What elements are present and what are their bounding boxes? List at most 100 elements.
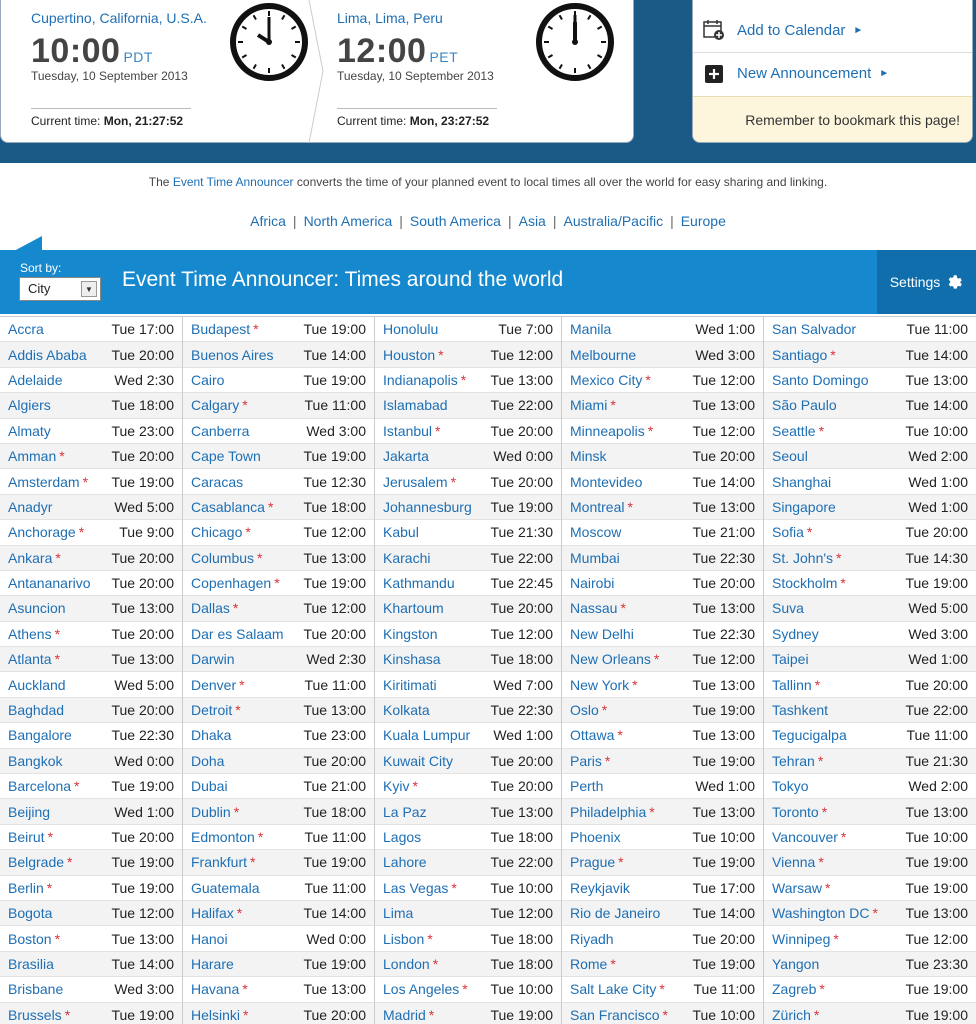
city-link[interactable]: New York <box>570 677 629 693</box>
city-link[interactable]: Jakarta <box>383 448 429 464</box>
city-link[interactable]: Halifax <box>191 905 234 921</box>
city-link[interactable]: Singapore <box>772 499 836 515</box>
city-link[interactable]: Prague <box>570 854 615 870</box>
city-link[interactable]: Amsterdam <box>8 474 80 490</box>
add-to-calendar-link[interactable]: Add to Calendar ► <box>693 9 972 51</box>
city-link[interactable]: Addis Ababa <box>8 347 87 363</box>
city-link[interactable]: Bangalore <box>8 727 72 743</box>
city-link[interactable]: Auckland <box>8 677 66 693</box>
city-link[interactable]: Caracas <box>191 474 243 490</box>
city-link[interactable]: Amman <box>8 448 56 464</box>
city-link[interactable]: Salt Lake City <box>570 981 656 997</box>
city-link[interactable]: Moscow <box>570 524 621 540</box>
intro-link[interactable]: Event Time Announcer <box>173 175 294 189</box>
city-link[interactable]: Brisbane <box>8 981 63 997</box>
city-link[interactable]: Taipei <box>772 651 809 667</box>
city-link[interactable]: Detroit <box>191 702 232 718</box>
city-link[interactable]: Doha <box>191 753 224 769</box>
city-link[interactable]: Islamabad <box>383 397 448 413</box>
city-link[interactable]: Johannesburg <box>383 499 472 515</box>
city-link[interactable]: Chicago <box>191 524 242 540</box>
city-link[interactable]: San Salvador <box>772 321 856 337</box>
city-link[interactable]: Ottawa <box>570 727 614 743</box>
city-link[interactable]: Phoenix <box>570 829 621 845</box>
city-link[interactable]: Suva <box>772 600 804 616</box>
city-link[interactable]: La Paz <box>383 804 427 820</box>
city-link[interactable]: Rome <box>570 956 607 972</box>
city-link[interactable]: Karachi <box>383 550 430 566</box>
city-link[interactable]: Bangkok <box>8 753 62 769</box>
city-link[interactable]: Cape Town <box>191 448 261 464</box>
city-link[interactable]: Atlanta <box>8 651 52 667</box>
city-link[interactable]: San Francisco <box>570 1007 659 1023</box>
city-link[interactable]: Kathmandu <box>383 575 455 591</box>
city-link[interactable]: Yangon <box>772 956 819 972</box>
city-link[interactable]: Vancouver <box>772 829 838 845</box>
region-australia-pacific[interactable]: Australia/Pacific <box>563 213 663 229</box>
city-link[interactable]: Boston <box>8 931 52 947</box>
city-link[interactable]: Perth <box>570 778 603 794</box>
city-link[interactable]: Lima <box>383 905 413 921</box>
city-link[interactable]: Edmonton <box>191 829 255 845</box>
city-link[interactable]: Lagos <box>383 829 421 845</box>
city-link[interactable]: Lisbon <box>383 931 424 947</box>
city-link[interactable]: Santo Domingo <box>772 372 869 388</box>
city-link[interactable]: Harare <box>191 956 234 972</box>
city-link[interactable]: Honolulu <box>383 321 438 337</box>
city-link[interactable]: Reykjavik <box>570 880 630 896</box>
city-link[interactable]: Zagreb <box>772 981 816 997</box>
city-link[interactable]: Berlin <box>8 880 44 896</box>
city-link[interactable]: Tehran <box>772 753 815 769</box>
city-link[interactable]: Denver <box>191 677 236 693</box>
city-link[interactable]: Mumbai <box>570 550 620 566</box>
city-link[interactable]: Oslo <box>570 702 599 718</box>
city-link[interactable]: Minsk <box>570 448 607 464</box>
city-link[interactable]: Adelaide <box>8 372 63 388</box>
city-link[interactable]: Cairo <box>191 372 224 388</box>
city-link[interactable]: Ankara <box>8 550 52 566</box>
city-link[interactable]: Brasilia <box>8 956 54 972</box>
city-link[interactable]: Casablanca <box>191 499 265 515</box>
city-link[interactable]: Kolkata <box>383 702 430 718</box>
region-asia[interactable]: Asia <box>519 213 546 229</box>
city-link[interactable]: Manila <box>570 321 611 337</box>
city-link[interactable]: Bogota <box>8 905 52 921</box>
city-link[interactable]: Houston <box>383 347 435 363</box>
city-link[interactable]: Guatemala <box>191 880 259 896</box>
city-link[interactable]: Winnipeg <box>772 931 830 947</box>
city-link[interactable]: Mexico City <box>570 372 642 388</box>
city-link[interactable]: Montreal <box>570 499 624 515</box>
city-link[interactable]: Dhaka <box>191 727 231 743</box>
city-link[interactable]: Canberra <box>191 423 249 439</box>
city-link[interactable]: New Orleans <box>570 651 651 667</box>
city-link[interactable]: Nassau <box>570 600 617 616</box>
city-link[interactable]: Frankfurt <box>191 854 247 870</box>
city-link[interactable]: Toronto <box>772 804 819 820</box>
city-link[interactable]: Accra <box>8 321 44 337</box>
city-link[interactable]: Paris <box>570 753 602 769</box>
city-link[interactable]: Anchorage <box>8 524 76 540</box>
region-europe[interactable]: Europe <box>681 213 726 229</box>
city-link[interactable]: Dublin <box>191 804 231 820</box>
city-link[interactable]: Stockholm <box>772 575 837 591</box>
city-link[interactable]: Zürich <box>772 1007 811 1023</box>
city-link[interactable]: Antananarivo <box>8 575 91 591</box>
city-link[interactable]: Baghdad <box>8 702 64 718</box>
location-name[interactable]: Lima, Lima, Peru <box>337 10 443 26</box>
city-link[interactable]: Brussels <box>8 1007 62 1023</box>
city-link[interactable]: Almaty <box>8 423 51 439</box>
city-link[interactable]: Kuala Lumpur <box>383 727 470 743</box>
city-link[interactable]: Hanoi <box>191 931 228 947</box>
city-link[interactable]: Darwin <box>191 651 235 667</box>
city-link[interactable]: Riyadh <box>570 931 614 947</box>
city-link[interactable]: Barcelona <box>8 778 71 794</box>
city-link[interactable]: Melbourne <box>570 347 636 363</box>
city-link[interactable]: Indianapolis <box>383 372 458 388</box>
city-link[interactable]: Budapest <box>191 321 250 337</box>
city-link[interactable]: Sofia <box>772 524 804 540</box>
city-link[interactable]: Havana <box>191 981 239 997</box>
city-link[interactable]: Seoul <box>772 448 808 464</box>
city-link[interactable]: Algiers <box>8 397 51 413</box>
city-link[interactable]: Los Angeles <box>383 981 459 997</box>
city-link[interactable]: Kiritimati <box>383 677 437 693</box>
